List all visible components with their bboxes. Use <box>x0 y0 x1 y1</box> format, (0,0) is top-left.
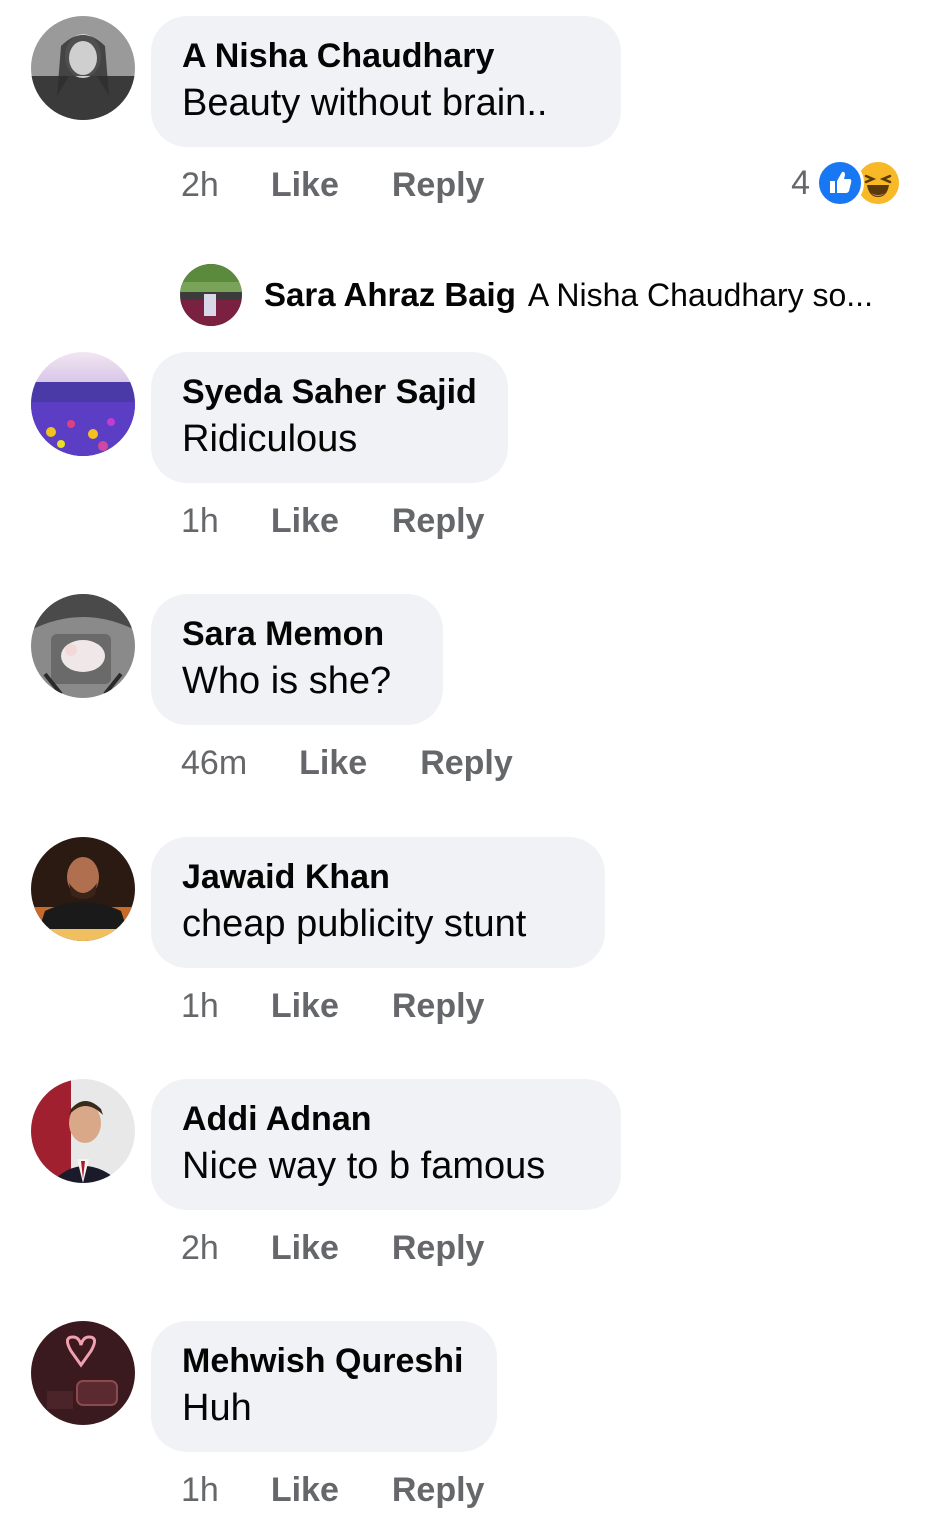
like-button[interactable]: Like <box>271 1471 339 1510</box>
avatar[interactable] <box>31 352 135 456</box>
comment-author[interactable]: Jawaid Khan <box>182 857 574 897</box>
avatar[interactable] <box>31 1079 135 1183</box>
comment-bubble: Mehwish Qureshi Huh <box>151 1321 497 1452</box>
comment-actions: 1h Like Reply <box>181 984 537 1028</box>
comment-actions: 1h Like Reply <box>181 499 537 543</box>
comment-bubble: Addi Adnan Nice way to b famous <box>151 1079 621 1210</box>
comment-actions: 2h Like Reply <box>181 163 537 207</box>
like-button[interactable]: Like <box>299 744 367 783</box>
avatar[interactable] <box>31 1321 135 1425</box>
comment-author[interactable]: Syeda Saher Sajid <box>182 372 477 412</box>
comment-time[interactable]: 1h <box>181 1471 219 1510</box>
comment-bubble: A Nisha Chaudhary Beauty without brain.. <box>151 16 621 147</box>
comment-actions: 1h Like Reply <box>181 1468 537 1512</box>
reply-preview[interactable]: Sara Ahraz Baig A Nisha Chaudhary so... <box>180 264 873 326</box>
comment-time[interactable]: 2h <box>181 1229 219 1268</box>
like-button[interactable]: Like <box>271 987 339 1026</box>
reaction-count: 4 <box>791 163 810 202</box>
comment-text: cheap publicity stunt <box>182 903 527 945</box>
like-icon <box>816 159 864 207</box>
avatar[interactable] <box>31 16 135 120</box>
comment-text: Ridiculous <box>182 418 358 460</box>
reply-author[interactable]: Sara Ahraz Baig <box>264 276 516 314</box>
like-button[interactable]: Like <box>271 166 339 205</box>
comment-actions: 2h Like Reply <box>181 1226 537 1270</box>
comment-author[interactable]: A Nisha Chaudhary <box>182 36 590 76</box>
reply-button[interactable]: Reply <box>392 987 485 1026</box>
like-button[interactable]: Like <box>271 502 339 541</box>
comment-bubble: Sara Memon Who is she? <box>151 594 443 725</box>
comment-time[interactable]: 2h <box>181 166 219 205</box>
comment-time[interactable]: 46m <box>181 744 247 783</box>
comment-time[interactable]: 1h <box>181 987 219 1026</box>
comment-author[interactable]: Sara Memon <box>182 614 412 654</box>
reply-button[interactable]: Reply <box>392 1471 485 1510</box>
reply-text: A Nisha Chaudhary so... <box>527 276 873 313</box>
comment-bubble: Jawaid Khan cheap publicity stunt <box>151 837 605 968</box>
comment-bubble: Syeda Saher Sajid Ridiculous <box>151 352 508 483</box>
reply-button[interactable]: Reply <box>420 744 513 783</box>
comment-author[interactable]: Addi Adnan <box>182 1099 590 1139</box>
reply-button[interactable]: Reply <box>392 1229 485 1268</box>
comment-text: Nice way to b famous <box>182 1145 546 1187</box>
reply-button[interactable]: Reply <box>392 166 485 205</box>
comment-actions: 46m Like Reply <box>181 741 566 785</box>
comment-time[interactable]: 1h <box>181 502 219 541</box>
like-button[interactable]: Like <box>271 1229 339 1268</box>
comment-text: Huh <box>182 1387 252 1429</box>
comment-author[interactable]: Mehwish Qureshi <box>182 1341 466 1381</box>
reply-avatar[interactable] <box>180 264 242 326</box>
comment-text: Beauty without brain.. <box>182 82 548 124</box>
avatar[interactable] <box>31 837 135 941</box>
reply-button[interactable]: Reply <box>392 502 485 541</box>
avatar[interactable] <box>31 594 135 698</box>
comment-text: Who is she? <box>182 660 392 702</box>
reaction-summary[interactable]: 4 <box>791 159 902 207</box>
